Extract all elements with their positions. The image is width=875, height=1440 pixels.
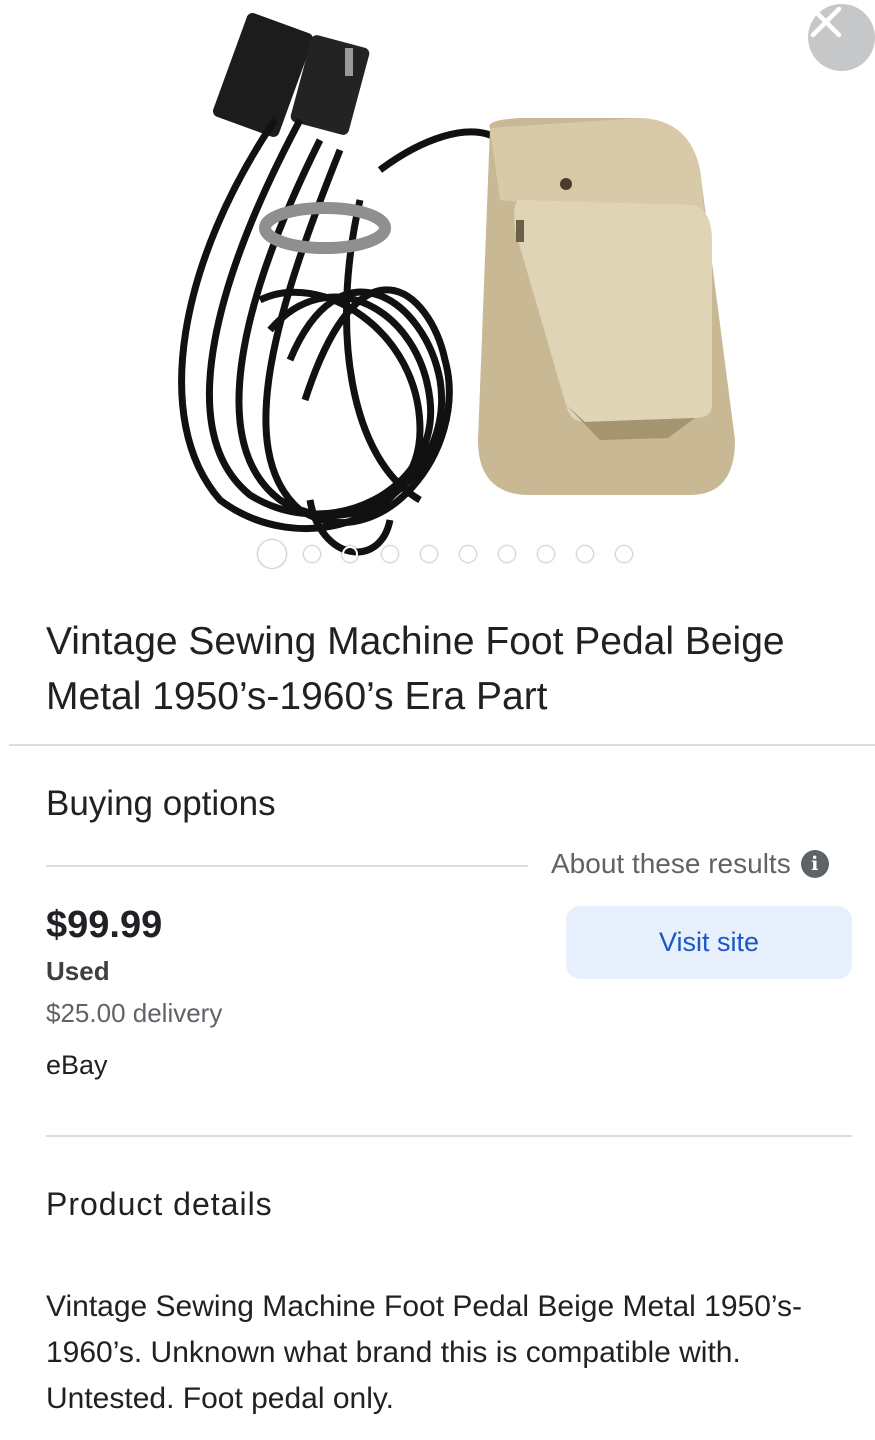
close-button[interactable] bbox=[808, 4, 875, 71]
carousel-dot[interactable] bbox=[616, 546, 632, 562]
product-title: Vintage Sewing Machine Foot Pedal Beige … bbox=[46, 620, 785, 718]
info-icon: i bbox=[800, 850, 829, 878]
offer-seller: eBay bbox=[46, 1050, 108, 1080]
product-image bbox=[178, 13, 735, 556]
close-icon bbox=[810, 6, 842, 38]
visit-site-button[interactable]: Visit site bbox=[566, 906, 852, 979]
divider bbox=[9, 744, 875, 746]
offer-delivery: $25.00 delivery bbox=[46, 998, 223, 1028]
carousel-dot[interactable] bbox=[421, 546, 437, 562]
carousel-dot[interactable] bbox=[577, 546, 593, 562]
carousel-dot[interactable] bbox=[382, 546, 398, 562]
carousel-dot[interactable] bbox=[538, 546, 554, 562]
product-details-description: Vintage Sewing Machine Foot Pedal Beige … bbox=[46, 1290, 803, 1415]
offer-condition: Used bbox=[46, 956, 110, 986]
carousel-dot[interactable] bbox=[304, 546, 320, 562]
divider bbox=[46, 1135, 852, 1137]
product-details-heading: Product details bbox=[46, 1186, 273, 1222]
image-carousel-indicator bbox=[0, 540, 875, 570]
carousel-dot[interactable] bbox=[342, 546, 358, 562]
about-these-results-label: About these results bbox=[551, 848, 791, 879]
about-these-results-link[interactable]: About these results i bbox=[551, 848, 829, 880]
carousel-dot[interactable] bbox=[499, 546, 515, 562]
buying-options-heading: Buying options bbox=[46, 784, 276, 823]
carousel-dot[interactable] bbox=[258, 540, 286, 568]
offer-price: $99.99 bbox=[46, 904, 163, 946]
product-image-gallery[interactable] bbox=[0, 0, 875, 590]
divider bbox=[46, 865, 528, 867]
carousel-dot[interactable] bbox=[460, 546, 476, 562]
